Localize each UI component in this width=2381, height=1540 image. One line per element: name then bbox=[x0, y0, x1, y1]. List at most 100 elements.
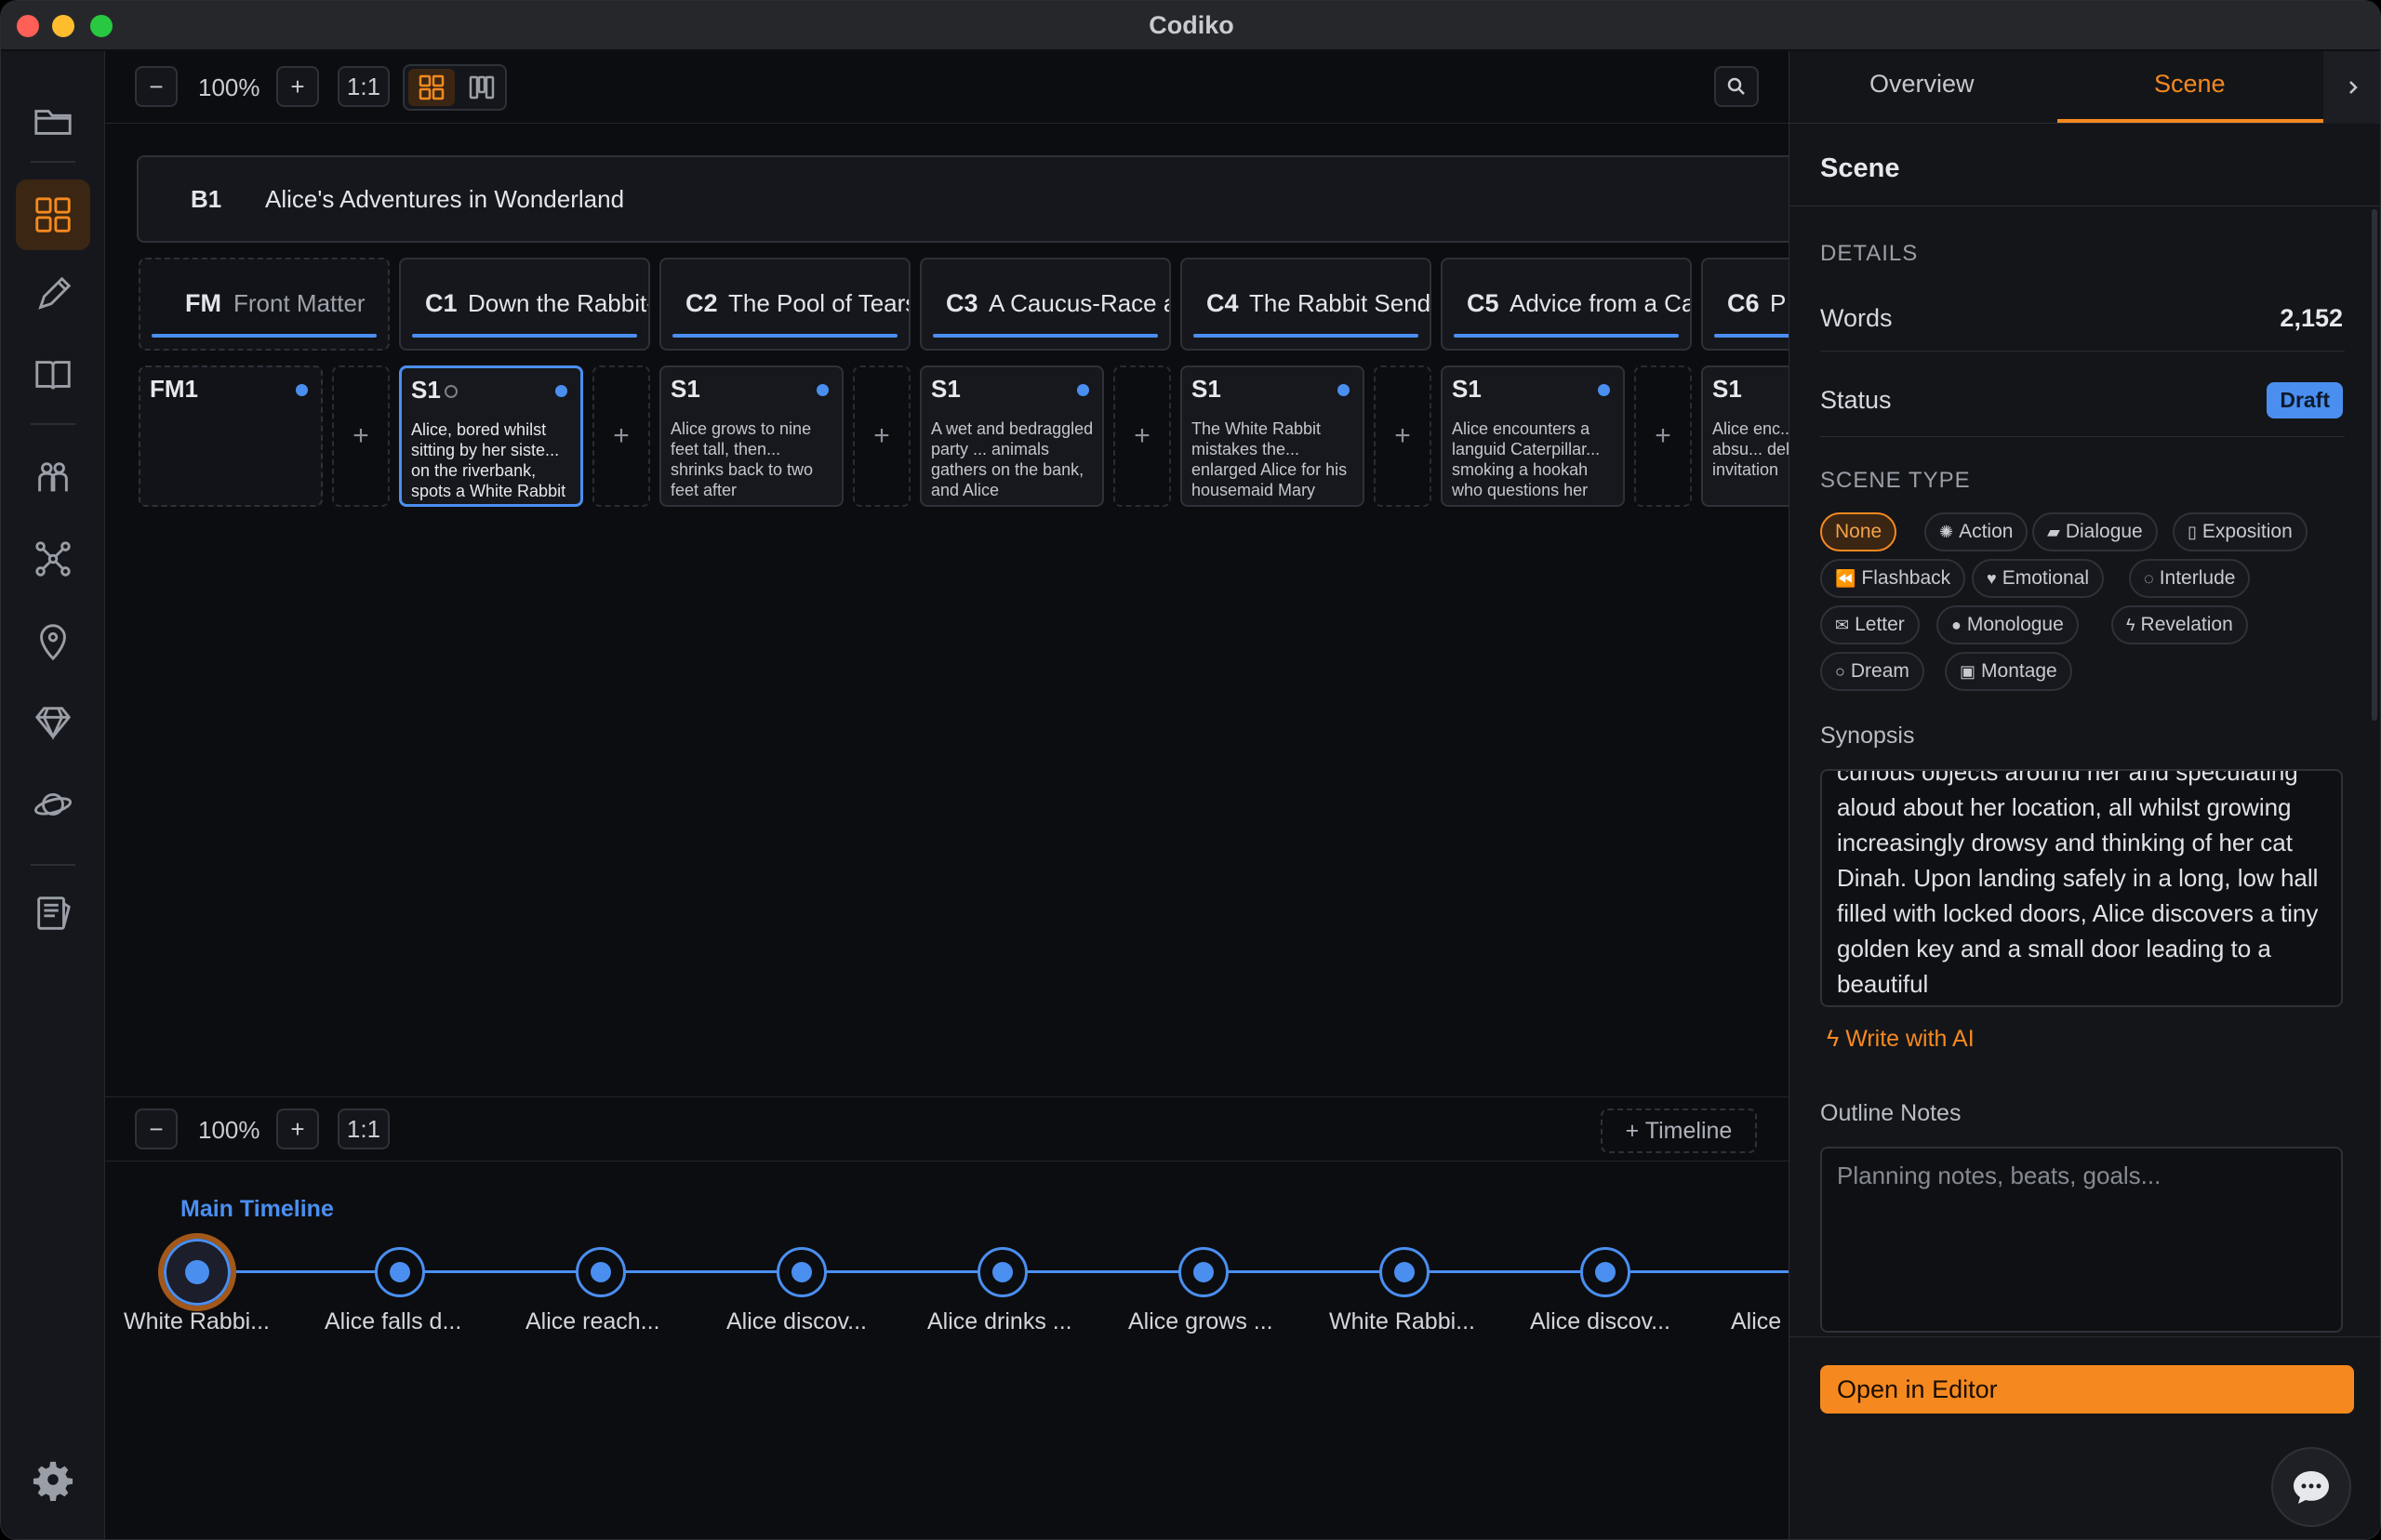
timeline-reset-zoom-button[interactable]: 1:1 bbox=[338, 1109, 390, 1149]
status-dot bbox=[817, 384, 829, 396]
gem-icon[interactable] bbox=[16, 687, 90, 758]
timeline-event-node[interactable] bbox=[1379, 1247, 1430, 1297]
chapter-tag: FM bbox=[185, 289, 221, 317]
timeline-event-node[interactable] bbox=[375, 1247, 425, 1297]
scene-type-revelation[interactable]: ϟ Revelation bbox=[2111, 605, 2248, 644]
envelope-icon: ✉ bbox=[1835, 615, 1850, 634]
scene-type-interlude[interactable]: ◌ Interlude bbox=[2129, 559, 2251, 598]
book-title: Alice's Adventures in Wonderland bbox=[265, 185, 625, 213]
zoom-out-button[interactable]: − bbox=[135, 66, 178, 107]
active-tab-indicator bbox=[2057, 119, 2323, 123]
speech-bubble-icon: ● bbox=[1951, 615, 1962, 634]
timeline-event-node[interactable] bbox=[1580, 1247, 1630, 1297]
chat-icon bbox=[2294, 1471, 2329, 1504]
chapter-underline bbox=[1454, 334, 1679, 338]
chapter-header[interactable]: FM Front Matter bbox=[139, 258, 390, 351]
settings-icon[interactable] bbox=[16, 1444, 90, 1515]
view-toggle bbox=[403, 64, 507, 111]
heart-icon: ♥ bbox=[1987, 568, 1997, 588]
add-scene-button[interactable]: + bbox=[1113, 365, 1171, 507]
add-scene-button[interactable]: + bbox=[853, 365, 911, 507]
panel-scrollbar[interactable] bbox=[2372, 209, 2377, 721]
book-header[interactable]: B1 Alice's Adventures in Wonderland bbox=[137, 155, 1811, 243]
timeline-event-node[interactable] bbox=[777, 1247, 827, 1297]
planet-icon[interactable] bbox=[16, 769, 90, 840]
chat-button[interactable] bbox=[2271, 1447, 2351, 1527]
scene-type-emotional[interactable]: ♥ Emotional bbox=[1972, 559, 2105, 598]
scene-type-flashback[interactable]: ⏪ Flashback bbox=[1820, 559, 1966, 598]
outline-notes-placeholder: Planning notes, beats, goals... bbox=[1837, 1162, 2162, 1189]
scene-tag: S1 bbox=[1712, 375, 1742, 403]
scene-type-none[interactable]: None bbox=[1820, 512, 1897, 551]
sidebar bbox=[1, 51, 105, 1539]
scene-card[interactable]: S1 Alice, bored whilst sitting by her si… bbox=[399, 365, 583, 507]
scene-type-dream[interactable]: ○ Dream bbox=[1820, 652, 1924, 691]
add-scene-button[interactable]: + bbox=[1374, 365, 1431, 507]
write-with-ai-button[interactable]: ϟ Write with AI bbox=[1827, 1026, 1975, 1053]
book-tag: B1 bbox=[191, 185, 222, 213]
notes-icon[interactable] bbox=[16, 877, 90, 948]
chapter-header[interactable]: C1 Down the Rabbit-Hole bbox=[399, 258, 650, 351]
chapter-header[interactable]: C4 The Rabbit Sends in a Little Bill bbox=[1180, 258, 1431, 351]
status-dot bbox=[1337, 384, 1350, 396]
lightning-icon: ϟ bbox=[2126, 615, 2135, 634]
scene-type-exposition[interactable]: ▯ Exposition bbox=[2173, 512, 2308, 551]
timeline-event-node[interactable] bbox=[576, 1247, 626, 1297]
timeline-zoom-in-button[interactable]: + bbox=[276, 1109, 319, 1149]
chapter-header[interactable]: C3 A Caucus-Race and a Long Tale bbox=[920, 258, 1171, 351]
grid-view-button[interactable] bbox=[408, 69, 455, 106]
words-label: Words bbox=[1820, 304, 1893, 332]
synopsis-label: Synopsis bbox=[1820, 723, 1915, 749]
divider bbox=[1820, 436, 2345, 437]
timeline-event-node[interactable] bbox=[1178, 1247, 1229, 1297]
add-scene-button[interactable]: + bbox=[332, 365, 390, 507]
add-scene-button[interactable]: + bbox=[1634, 365, 1692, 507]
location-icon[interactable] bbox=[16, 605, 90, 676]
scene-card[interactable]: S1 The White Rabbit mistakes the... enla… bbox=[1180, 365, 1364, 507]
chapter-title: Front Matter bbox=[233, 289, 366, 317]
graph-icon[interactable] bbox=[16, 524, 90, 594]
tab-overview[interactable]: Overview bbox=[1869, 70, 1975, 99]
reset-zoom-button[interactable]: 1:1 bbox=[338, 66, 390, 107]
clock-icon bbox=[445, 385, 458, 398]
columns-view-button[interactable] bbox=[459, 69, 505, 106]
status-dot bbox=[296, 384, 308, 396]
action-icon: ✺ bbox=[1939, 522, 1954, 541]
open-in-editor-button[interactable]: Open in Editor bbox=[1820, 1365, 2354, 1414]
synopsis-textarea[interactable]: curious objects around her and speculati… bbox=[1820, 769, 2343, 1007]
folder-icon[interactable] bbox=[16, 86, 90, 157]
scene-card[interactable]: S1 Alice encounters a languid Caterpilla… bbox=[1441, 365, 1625, 507]
scene-type-monologue[interactable]: ● Monologue bbox=[1936, 605, 2079, 644]
search-button[interactable] bbox=[1714, 66, 1759, 107]
add-timeline-button[interactable]: + Timeline bbox=[1601, 1109, 1757, 1153]
scene-type-letter[interactable]: ✉ Letter bbox=[1820, 605, 1920, 644]
chapter-title: The Rabbit Sends in a Little Bill bbox=[1249, 289, 1431, 317]
scene-tag: FM1 bbox=[150, 375, 198, 403]
scene-type-dialogue[interactable]: ▰ Dialogue bbox=[2032, 512, 2158, 551]
book-icon[interactable] bbox=[16, 339, 90, 410]
board-toolbar: − 100% + 1:1 bbox=[105, 51, 1789, 124]
timeline-event-node[interactable] bbox=[158, 1233, 236, 1311]
timeline-zoom-out-button[interactable]: − bbox=[135, 1109, 178, 1149]
zoom-in-button[interactable]: + bbox=[276, 66, 319, 107]
chapter-header[interactable]: C2 The Pool of Tears bbox=[659, 258, 911, 351]
timeline-event-node[interactable] bbox=[978, 1247, 1028, 1297]
outline-notes-textarea[interactable]: Planning notes, beats, goals... bbox=[1820, 1147, 2343, 1333]
status-label: Status bbox=[1820, 386, 1892, 414]
characters-icon[interactable] bbox=[16, 442, 90, 512]
details-heading: DETAILS bbox=[1820, 241, 1919, 266]
scene-card[interactable]: S1 Alice grows to nine feet tall, then..… bbox=[659, 365, 844, 507]
pencil-icon[interactable] bbox=[16, 259, 90, 330]
add-scene-button[interactable]: + bbox=[592, 365, 650, 507]
scene-card[interactable]: FM1 bbox=[139, 365, 323, 507]
grid-icon[interactable] bbox=[16, 179, 90, 250]
scene-card[interactable]: S1 A wet and bedraggled party ... animal… bbox=[920, 365, 1104, 507]
scene-type-montage[interactable]: ▣ Montage bbox=[1945, 652, 2072, 691]
chapter-header[interactable]: C5 Advice from a Caterpillar bbox=[1441, 258, 1692, 351]
collapse-panel-button[interactable] bbox=[2323, 51, 2380, 124]
scene-type-action[interactable]: ✺ Action bbox=[1924, 512, 2029, 551]
status-badge[interactable]: Draft bbox=[2267, 382, 2343, 418]
chip-label: Dialogue bbox=[2065, 521, 2143, 542]
tab-scene[interactable]: Scene bbox=[2154, 70, 2226, 99]
chapter-underline bbox=[152, 334, 377, 338]
